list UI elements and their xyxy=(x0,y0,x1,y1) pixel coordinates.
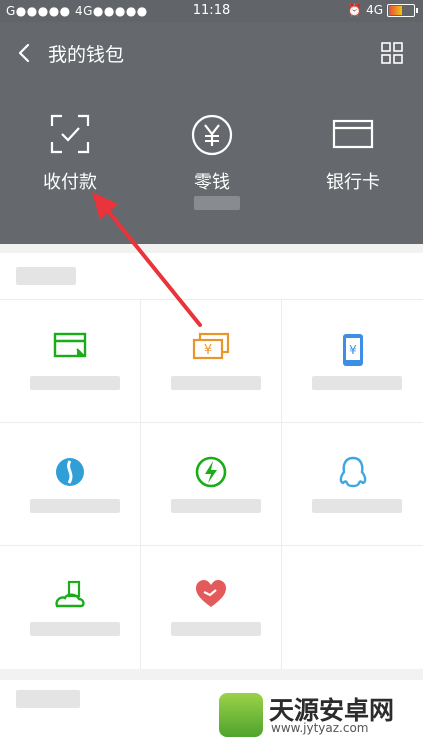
service-label-blurred xyxy=(171,499,261,513)
more-grid-icon[interactable] xyxy=(381,42,403,64)
page-title: 我的钱包 xyxy=(48,44,125,66)
service-mobile-topup[interactable]: ¥ xyxy=(282,299,423,422)
change-button[interactable]: 零钱 xyxy=(152,114,272,194)
svg-text:¥: ¥ xyxy=(204,343,212,358)
yuan-circle-icon xyxy=(191,114,233,156)
service-label-blurred xyxy=(171,376,261,390)
service-label-blurred xyxy=(312,376,402,390)
alarm-icon: ⏰ xyxy=(347,3,363,17)
bank-card-label: 银行卡 xyxy=(326,172,380,193)
service-utilities[interactable] xyxy=(141,422,282,545)
section-header xyxy=(0,253,423,299)
service-label-blurred xyxy=(30,499,120,513)
service-label-blurred xyxy=(171,622,261,636)
cash-transfer-icon: ¥ xyxy=(192,332,230,360)
service-credit-card[interactable] xyxy=(0,299,141,422)
battery-icon xyxy=(387,3,418,17)
svg-text:¥: ¥ xyxy=(349,343,357,357)
service-label-blurred xyxy=(30,622,120,636)
back-arrow-icon[interactable] xyxy=(14,42,36,64)
service-label-blurred xyxy=(312,499,402,513)
bank-card-button[interactable]: 银行卡 xyxy=(293,114,413,194)
network-label: 4G xyxy=(366,3,383,17)
credit-card-repay-icon xyxy=(53,332,87,358)
bank-card-icon xyxy=(332,119,374,149)
service-charity[interactable] xyxy=(141,545,282,669)
watermark-logo-icon xyxy=(219,693,263,737)
service-transfer[interactable]: ¥ xyxy=(141,299,282,422)
qq-coin-icon xyxy=(339,456,366,488)
service-grid: ¥ ¥ xyxy=(0,299,423,669)
city-services-icon xyxy=(55,580,85,608)
change-label: 零钱 xyxy=(194,172,230,193)
status-bar: G●●●●● 4G●●●●● 11:18 ⏰ 4G xyxy=(0,0,423,22)
watermark: 天源安卓网 www.jytyaz.com xyxy=(215,689,415,739)
change-balance-blurred xyxy=(194,196,240,210)
utilities-icon xyxy=(195,456,227,488)
receive-pay-button[interactable]: 收付款 xyxy=(10,114,130,194)
service-wealth[interactable] xyxy=(0,422,141,545)
receive-pay-label: 收付款 xyxy=(43,172,97,193)
scan-check-icon xyxy=(50,114,90,154)
service-label-blurred xyxy=(30,376,120,390)
section-title-blurred xyxy=(16,267,76,285)
wealth-icon xyxy=(56,458,84,486)
mobile-topup-icon: ¥ xyxy=(342,334,363,366)
service-qq-coin[interactable] xyxy=(282,422,423,545)
service-city[interactable] xyxy=(0,545,141,669)
bottom-title-blurred xyxy=(16,690,80,708)
wallet-header: 我的钱包 收付款 零钱 银行卡 xyxy=(0,22,423,244)
status-right: ⏰ 4G xyxy=(347,3,418,17)
charity-icon xyxy=(196,580,226,607)
grid-empty-cell xyxy=(282,545,423,669)
watermark-url: www.jytyaz.com xyxy=(271,721,369,735)
